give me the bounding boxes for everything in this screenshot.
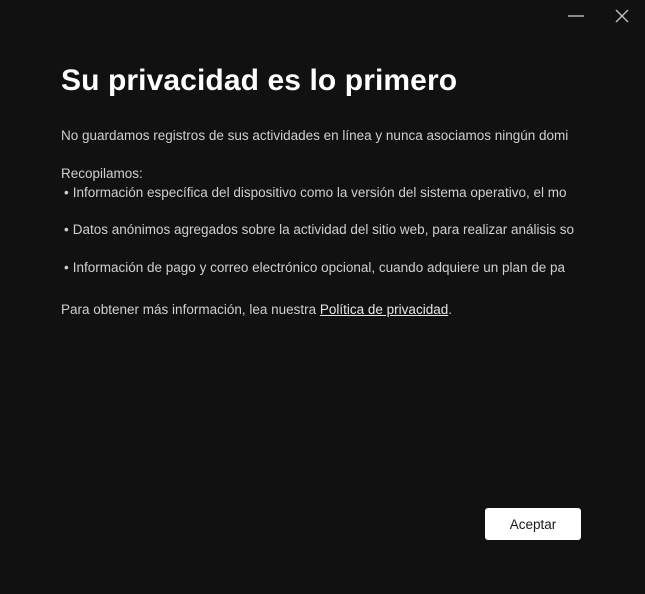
more-info-suffix: . (448, 302, 452, 317)
intro-text: No guardamos registros de sus actividade… (61, 128, 569, 143)
page-title: Su privacidad es lo primero (61, 64, 458, 97)
bullet-marker: • (64, 260, 69, 275)
privacy-content: Su privacidad es lo primero No guardamos… (61, 0, 581, 594)
close-button[interactable] (599, 0, 645, 32)
list-item: • Información específica del dispositivo … (64, 185, 566, 200)
privacy-dialog: Su privacidad es lo primero No guardamos… (0, 0, 645, 594)
accept-button[interactable]: Aceptar (485, 508, 581, 540)
list-item-text: Datos anónimos agregados sobre la activi… (72, 222, 575, 237)
list-item-text: Información de pago y correo electrónico… (72, 260, 566, 275)
bullet-marker: • (64, 185, 69, 200)
collect-heading: Recopilamos: (61, 166, 143, 181)
close-icon (615, 9, 629, 23)
privacy-policy-link[interactable]: Política de privacidad (320, 302, 448, 317)
bullet-marker: • (64, 222, 69, 237)
more-info-prefix: Para obtener más información, lea nuestr… (61, 302, 320, 317)
list-item-text: Información específica del dispositivo c… (72, 185, 567, 200)
list-item: • Información de pago y correo electrónic… (64, 260, 565, 275)
more-info-text: Para obtener más información, lea nuestr… (61, 302, 452, 317)
list-item: • Datos anónimos agregados sobre la activ… (64, 222, 574, 237)
